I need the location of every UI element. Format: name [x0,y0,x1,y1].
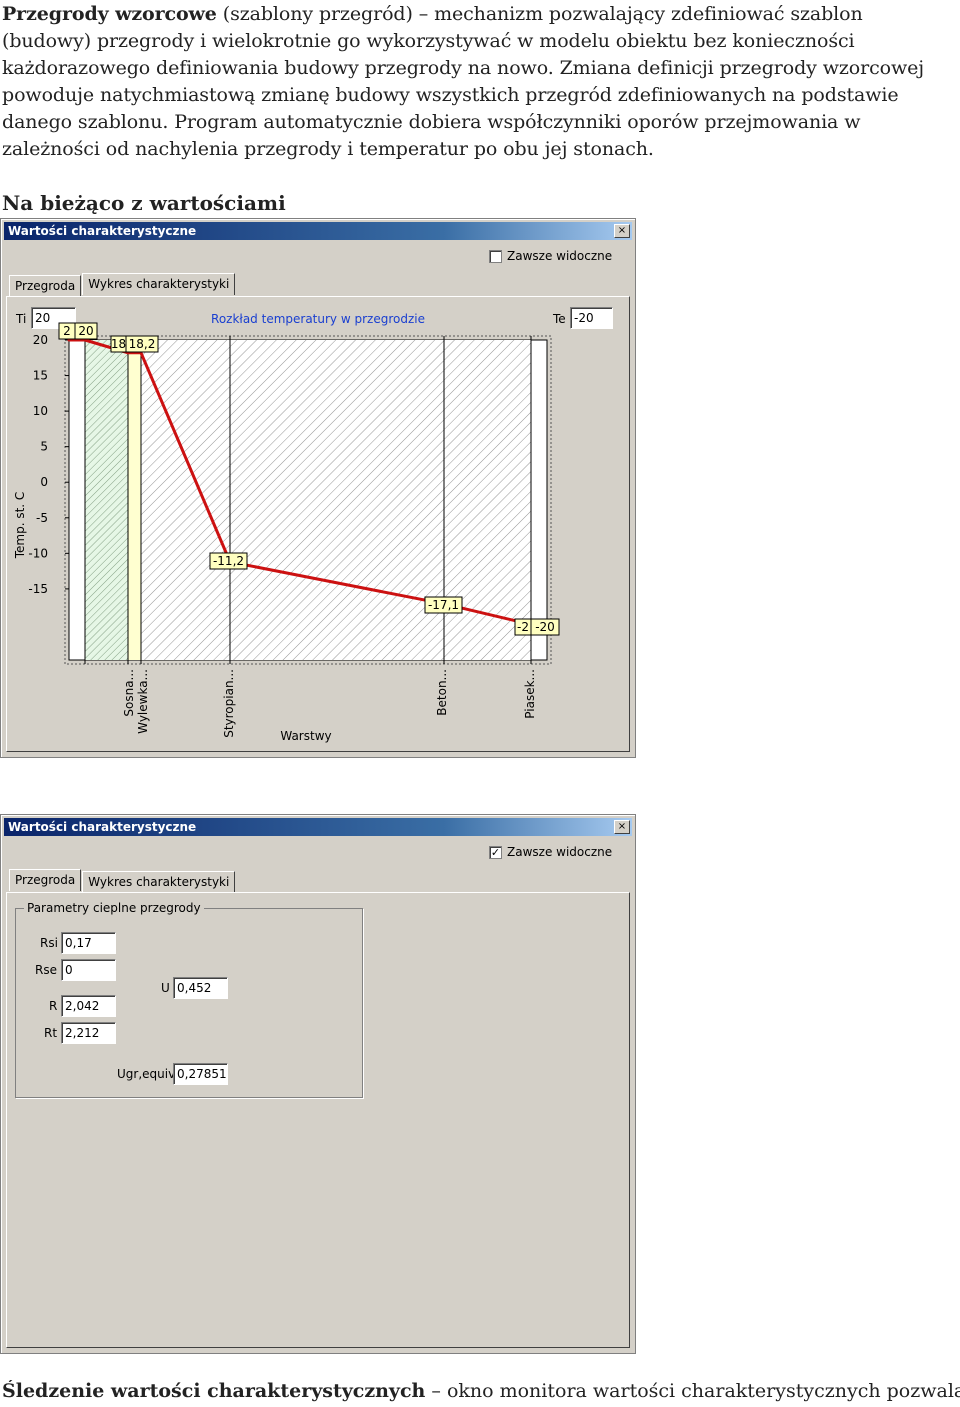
rt-label: Rt [44,1026,58,1040]
y-tick-label: 15 [33,369,48,383]
point-label-text: 18,2 [129,337,156,351]
footer-paragraph: Śledzenie wartości charakterystycznych –… [2,1380,960,1402]
intro-body: (szablony przegród) – mechanizm pozwalaj… [2,3,925,160]
y-tick-label: 10 [33,404,48,418]
tab-wykres[interactable]: Wykres charakterystyki [82,273,236,295]
intro-term: Przegrody wzorcowe [2,3,217,25]
y-tick-label: -5 [36,511,48,525]
u-field[interactable]: 0,452 [173,977,228,999]
point-label-text: -17,1 [428,598,459,612]
rsi-label: Rsi [40,936,58,950]
layer-name-label: Piasek... [523,669,537,719]
layer-band-hatch [141,340,230,660]
y-tick-label: 0 [40,475,48,489]
thermal-params-group: Parametry cieplne przegrody Rsi 0,17 Rse… [15,901,363,1098]
y-tick-label: 5 [40,440,48,454]
layer-name-label: Styropian... [222,669,236,738]
layer-band-hatch [230,340,444,660]
r-field[interactable]: 2,042 [61,995,116,1017]
point-label: -2 [514,618,532,636]
ugr-field[interactable]: 0,27851 [173,1063,228,1085]
y-axis-title: Temp. st. C [13,492,27,560]
layer-name-label: Sosna... [122,669,136,717]
y-tick-label: 20 [33,333,48,347]
rsi-field[interactable]: 0,17 [61,932,116,954]
intro-paragraph: Przegrody wzorcowe (szablony przegród) –… [2,1,952,163]
section-heading: Na bieżąco z wartościami [2,191,286,215]
characteristics-window-params: Wartości charakterystyczne × ✓ Zawsze wi… [0,814,636,1354]
window-title: Wartości charakterystyczne [8,820,197,834]
tab-strip: Przegroda Wykres charakterystyki [9,869,236,893]
point-label: 2 [58,322,76,340]
point-label: -20 [530,618,560,636]
point-label-text: 2 [63,324,71,338]
point-label-text: 20 [78,324,93,338]
characteristics-window-chart: Wartości charakterystyczne × Zawsze wido… [0,218,636,758]
footer-body: – okno monitora wartości charakterystycz… [425,1380,960,1402]
group-title: Parametry cieplne przegrody [24,901,204,915]
point-label: 18,2 [125,335,159,353]
y-tick-label: -10 [28,546,48,560]
point-label: -11,2 [209,552,248,570]
layer-name-label: Wylewka... [136,669,150,734]
point-label-text: -2 [517,620,529,634]
temperature-chart: 20 15 10 5 0 -5 -10 -15 2 20 18 18,2 -11,2 -17,1 -2 -2… [13,312,560,743]
point-label-text: -11,2 [213,554,244,568]
rse-field[interactable]: 0 [61,959,116,981]
y-tick-label: -15 [28,582,48,596]
tab-wykres[interactable]: Wykres charakterystyki [82,871,236,893]
layer-band-bg [128,340,141,660]
always-visible-label: Zawsze widoczne [507,845,613,859]
always-visible-checkbox[interactable]: ✓ Zawsze widoczne [489,845,612,859]
point-label-text: -20 [535,620,555,634]
layer-labels: Sosna... Wylewka... Styropian... Beton... Pi… [122,669,537,738]
ugr-label: Ugr,equiv [117,1067,176,1081]
rse-label: Rse [35,963,57,977]
layer-name-label: Beton... [435,669,449,716]
r-label: R [49,999,58,1013]
point-label: 20 [74,322,98,340]
x-axis-title: Warstwy [280,729,331,743]
y-axis-ticks: 20 15 10 5 0 -5 -10 -15 [28,333,69,596]
layer-bands [84,336,532,664]
point-label: 18 [110,335,127,353]
footer-term: Śledzenie wartości charakterystycznych [2,1380,426,1402]
u-label: U [161,981,170,995]
close-button[interactable]: × [614,820,630,834]
rt-field[interactable]: 2,212 [61,1022,116,1044]
window-titlebar[interactable]: Wartości charakterystyczne × [4,818,632,836]
point-label: -17,1 [424,596,463,614]
chart-title: Rozkład temperatury w przegrodzie [211,312,425,326]
tab-przegroda[interactable]: Przegroda [9,869,82,891]
layer-band-hatch [85,340,128,660]
point-label-text: 18 [111,337,126,351]
checkbox-box[interactable]: ✓ [489,845,502,859]
